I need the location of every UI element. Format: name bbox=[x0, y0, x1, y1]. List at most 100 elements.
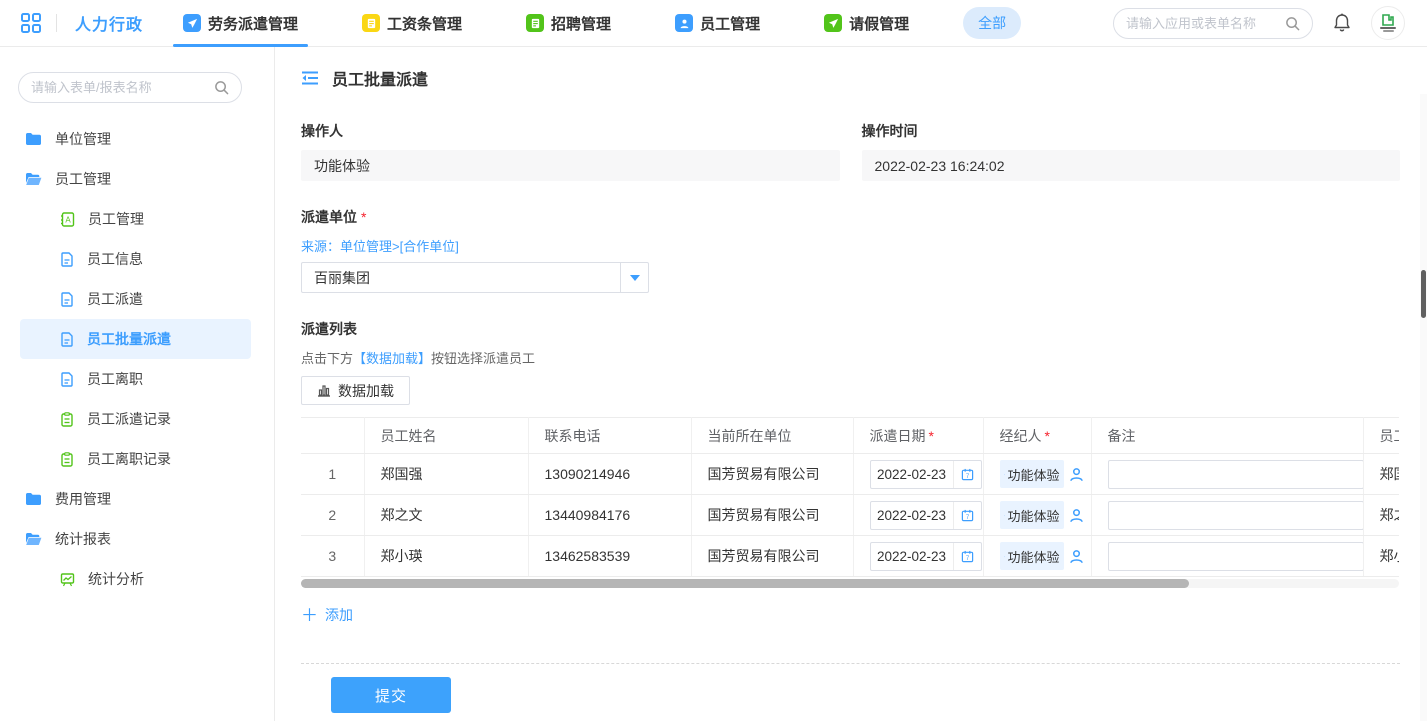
tab-leave[interactable]: 请假管理 bbox=[814, 0, 919, 47]
agent-tag[interactable]: 功能体验 bbox=[1000, 542, 1064, 570]
col-header-unit: 当前所在单位 bbox=[691, 418, 853, 454]
search-icon[interactable] bbox=[1285, 16, 1300, 31]
date-picker-input[interactable]: 2022-02-23 7 bbox=[870, 501, 982, 530]
tab-labor-dispatch[interactable]: 劳务派遣管理 bbox=[173, 0, 308, 47]
cell-name: 郑小瑛 bbox=[364, 536, 528, 577]
cell-employee: 郑之文 bbox=[1363, 495, 1399, 536]
required-mark: * bbox=[361, 209, 366, 225]
sidebar-item-unit-mgmt[interactable]: 单位管理 bbox=[20, 119, 251, 159]
optime-field-group: 操作时间 2022-02-23 16:24:02 bbox=[862, 121, 1401, 181]
tab-payslip[interactable]: 工资条管理 bbox=[352, 0, 472, 47]
person-picker-icon[interactable] bbox=[1069, 508, 1084, 523]
tab-recruitment[interactable]: 招聘管理 bbox=[516, 0, 621, 47]
dispatch-unit-selected-value: 百丽集团 bbox=[302, 268, 620, 288]
date-picker-input[interactable]: 2022-02-23 7 bbox=[870, 542, 982, 571]
employee-name: 郑国强 bbox=[1380, 466, 1400, 482]
sidebar-item-stat-reports-folder[interactable]: 统计报表 bbox=[20, 519, 251, 559]
sidebar-item-label: 员工离职 bbox=[87, 369, 143, 389]
required-mark: * bbox=[929, 428, 934, 444]
sidebar-item-employee-batch-dispatch[interactable]: 员工批量派遣 bbox=[20, 319, 251, 359]
person-icon bbox=[1004, 509, 1005, 522]
calendar-icon[interactable]: 7 bbox=[953, 502, 981, 529]
dispatch-unit-group: 派遣单位* 来源：单位管理>[合作单位] 百丽集团 bbox=[301, 207, 1400, 293]
agent-tag[interactable]: 功能体验 bbox=[1000, 460, 1064, 488]
collapse-sidebar-icon[interactable] bbox=[301, 70, 319, 86]
note-input[interactable] bbox=[1108, 542, 1364, 571]
sidebar-search-input[interactable] bbox=[31, 80, 206, 95]
company-logo-avatar[interactable] bbox=[1371, 6, 1405, 40]
col-header-date-text: 派遣日期 bbox=[870, 428, 926, 444]
search-icon[interactable] bbox=[214, 80, 229, 95]
select-arrow-button[interactable] bbox=[620, 263, 648, 292]
main-panel: 员工批量派遣 操作人 功能体验 操作时间 2022-02-23 16:24:02… bbox=[275, 47, 1427, 721]
topbar: 人力行政 劳务派遣管理 工资条管理 招聘管理 员工管理 bbox=[0, 0, 1427, 47]
add-row-label: 添加 bbox=[325, 605, 353, 625]
data-load-button[interactable]: 数据加载 bbox=[301, 376, 410, 405]
payslip-icon bbox=[362, 14, 380, 32]
chart-board-icon bbox=[60, 572, 75, 587]
tab-label: 劳务派遣管理 bbox=[208, 13, 298, 34]
col-header-employee: 员工 bbox=[1363, 418, 1399, 454]
person-picker-icon[interactable] bbox=[1069, 467, 1084, 482]
note-input[interactable] bbox=[1108, 460, 1364, 489]
add-row-button[interactable]: ＋ 添加 bbox=[301, 605, 353, 625]
calendar-icon[interactable]: 7 bbox=[953, 543, 981, 570]
paper-plane-icon bbox=[183, 14, 201, 32]
sidebar-item-employee-resign[interactable]: 员工离职 bbox=[20, 359, 251, 399]
table-header-row: 员工姓名 联系电话 当前所在单位 派遣日期* 经纪人* 备注 员工 bbox=[301, 418, 1399, 454]
sidebar-item-expense-mgmt[interactable]: 费用管理 bbox=[20, 479, 251, 519]
unit-source-line: 来源：单位管理>[合作单位] bbox=[301, 236, 1400, 255]
dispatch-unit-label: 派遣单位* bbox=[301, 207, 1400, 227]
page-body: 单位管理 员工管理 A 员工管理 员工信息 员工派遣 员工批量派遣 bbox=[0, 47, 1427, 721]
sidebar-item-label: 员工管理 bbox=[88, 209, 144, 229]
note-input[interactable] bbox=[1108, 501, 1364, 530]
submit-button[interactable]: 提交 bbox=[331, 677, 451, 713]
window-scrollbar-thumb[interactable] bbox=[1421, 270, 1426, 318]
date-picker-input[interactable]: 2022-02-23 7 bbox=[870, 460, 982, 489]
sidebar-search[interactable] bbox=[18, 72, 242, 103]
address-book-icon: A bbox=[60, 212, 75, 227]
date-value: 2022-02-23 bbox=[871, 508, 953, 523]
sidebar-item-stat-analysis[interactable]: 统计分析 bbox=[20, 559, 251, 599]
document-icon bbox=[60, 372, 74, 387]
sidebar-item-resign-records[interactable]: 员工离职记录 bbox=[20, 439, 251, 479]
tab-employee[interactable]: 员工管理 bbox=[665, 0, 770, 47]
window-scrollbar-track[interactable] bbox=[1420, 94, 1427, 721]
sidebar-item-employee-info[interactable]: 员工信息 bbox=[20, 239, 251, 279]
svg-text:A: A bbox=[65, 215, 71, 224]
table-horizontal-scrollbar[interactable] bbox=[301, 579, 1399, 588]
sidebar-item-label: 员工批量派遣 bbox=[87, 329, 171, 349]
all-apps-pill[interactable]: 全部 bbox=[963, 7, 1021, 39]
folder-open-icon bbox=[25, 172, 42, 186]
dispatch-list-hint: 点击下方【数据加载】按钮选择派遣员工 bbox=[301, 348, 1400, 367]
document-icon bbox=[60, 252, 74, 267]
person-icon bbox=[675, 14, 693, 32]
global-search[interactable] bbox=[1113, 8, 1313, 39]
paper-plane-icon bbox=[824, 14, 842, 32]
sidebar-item-label: 费用管理 bbox=[55, 489, 111, 509]
sidebar-item-employee-dispatch[interactable]: 员工派遣 bbox=[20, 279, 251, 319]
cell-name: 郑之文 bbox=[364, 495, 528, 536]
sidebar-item-employee-mgmt-folder[interactable]: 员工管理 bbox=[20, 159, 251, 199]
calendar-icon[interactable]: 7 bbox=[953, 461, 981, 488]
cell-name: 郑国强 bbox=[364, 454, 528, 495]
sidebar-item-dispatch-records[interactable]: 员工派遣记录 bbox=[20, 399, 251, 439]
bell-icon[interactable] bbox=[1333, 13, 1351, 33]
operator-value-field: 功能体验 bbox=[301, 150, 840, 181]
sidebar-item-label: 员工信息 bbox=[87, 249, 143, 269]
nav-tabs: 劳务派遣管理 工资条管理 招聘管理 员工管理 请假管理 bbox=[173, 0, 963, 47]
dispatch-unit-select[interactable]: 百丽集团 bbox=[301, 262, 649, 293]
folder-open-icon bbox=[25, 532, 42, 546]
person-picker-icon[interactable] bbox=[1069, 549, 1084, 564]
unit-source-link[interactable]: 单位管理>[合作单位] bbox=[340, 239, 459, 254]
folder-closed-icon bbox=[25, 132, 42, 146]
scrollbar-thumb[interactable] bbox=[301, 579, 1189, 588]
cell-unit: 国芳贸易有限公司 bbox=[691, 495, 853, 536]
col-header-agent: 经纪人* bbox=[983, 418, 1091, 454]
global-search-input[interactable] bbox=[1126, 16, 1277, 31]
sidebar-item-label: 员工管理 bbox=[55, 169, 111, 189]
sidebar-item-employee-mgmt[interactable]: A 员工管理 bbox=[20, 199, 251, 239]
agent-tag[interactable]: 功能体验 bbox=[1000, 501, 1064, 529]
apps-grid-icon[interactable] bbox=[20, 12, 42, 34]
cell-phone: 13440984176 bbox=[528, 495, 691, 536]
